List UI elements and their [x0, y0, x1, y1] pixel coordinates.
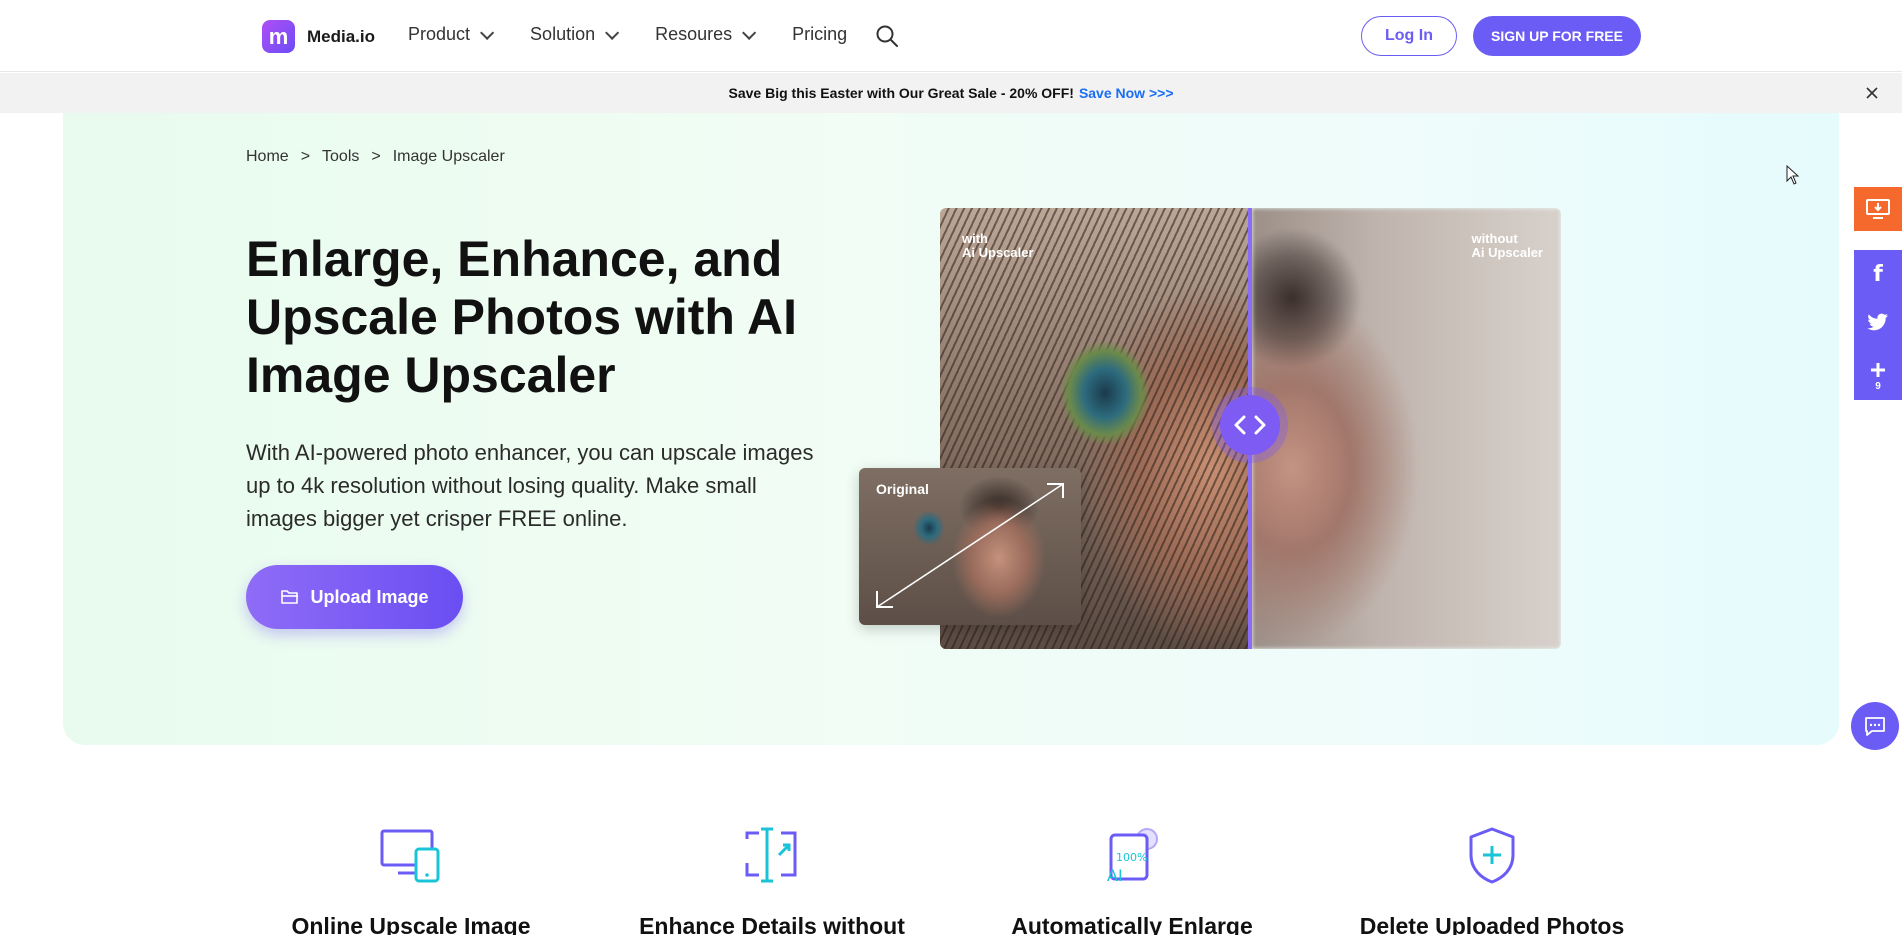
with-ai-label-line1: with [962, 231, 988, 246]
logo-text: Media.io [307, 26, 376, 46]
without-ai-label: without Ai Upscaler [1471, 232, 1543, 260]
nav-resources-label: Resoures [655, 24, 733, 44]
folder-icon [281, 590, 299, 604]
ai-100-icon: 100% AI [1107, 828, 1158, 885]
breadcrumb-tools[interactable]: Tools [322, 148, 359, 166]
breadcrumb: Home > Tools > Image Upscaler [246, 148, 505, 166]
top-navigation: m Media.io Product Solution Resoures Pri… [0, 0, 1902, 72]
plus-icon [1871, 363, 1885, 377]
twitter-share-button[interactable] [1854, 298, 1902, 346]
hero-description: With AI-powered photo enhancer, you can … [246, 440, 814, 531]
upload-image-label: Upload Image [310, 586, 429, 607]
promo-banner: Save Big this Easter with Our Great Sale… [0, 73, 1902, 113]
promo-text: Save Big this Easter with Our Great Sale… [728, 85, 1074, 101]
feature-enhance-details: Enhance Details without [602, 825, 942, 935]
facebook-share-button[interactable]: f [1854, 250, 1902, 298]
breadcrumb-home[interactable]: Home [246, 148, 289, 166]
without-ai-label-line2: Ai Upscaler [1471, 245, 1543, 260]
devices-icon [380, 829, 440, 883]
comparison-slider-handle[interactable] [1220, 395, 1280, 455]
login-button[interactable]: Log In [1361, 16, 1457, 56]
chat-icon [1865, 717, 1885, 736]
monitor-download-icon [1866, 199, 1890, 219]
brand-logo[interactable]: m Media.io [262, 20, 375, 53]
chevron-down-icon [605, 25, 620, 40]
svg-text:100%: 100% [1116, 851, 1147, 864]
feature-title: Enhance Details without [639, 913, 905, 935]
nav-product[interactable]: Product [408, 24, 495, 45]
feature-title: Automatically Enlarge [1011, 913, 1253, 935]
nav-pricing[interactable]: Pricing [792, 24, 847, 45]
search-icon[interactable] [875, 24, 899, 48]
share-count: 9 [1875, 381, 1881, 392]
nav-pricing-label: Pricing [792, 24, 848, 44]
main-menu: Product Solution Resoures Pricing [408, 24, 887, 45]
upload-image-button[interactable]: Upload Image [246, 565, 463, 629]
feature-title: Delete Uploaded Photos [1359, 913, 1625, 935]
nav-resources[interactable]: Resoures [655, 24, 757, 45]
facebook-icon: f [1873, 261, 1883, 287]
nav-solution-label: Solution [530, 24, 596, 44]
chat-button[interactable] [1851, 702, 1899, 750]
original-thumbnail: Original [859, 468, 1081, 625]
logo-icon: m [262, 20, 295, 53]
with-ai-label: with Ai Upscaler [962, 232, 1034, 260]
share-sidebar: f 9 [1854, 250, 1902, 400]
shield-plus-icon [1469, 827, 1515, 884]
feature-online-upscale: Online Upscale Image [241, 825, 581, 935]
mouse-cursor-icon [1786, 165, 1800, 185]
nav-product-label: Product [408, 24, 471, 44]
signup-button[interactable]: SIGN UP FOR FREE [1473, 16, 1641, 56]
chevron-down-icon [480, 25, 495, 40]
desktop-download-button[interactable] [1854, 187, 1902, 231]
twitter-icon [1867, 313, 1888, 331]
promo-link[interactable]: Save Now >>> [1079, 85, 1174, 101]
more-share-button[interactable]: 9 [1854, 346, 1902, 394]
feature-delete-photos: Delete Uploaded Photos [1322, 825, 1662, 935]
with-ai-label-line2: Ai Upscaler [962, 245, 1034, 260]
nav-solution[interactable]: Solution [530, 24, 620, 45]
expand-icon [745, 827, 797, 883]
close-icon[interactable] [1864, 85, 1880, 101]
breadcrumb-separator: > [300, 148, 311, 165]
page-title: Enlarge, Enhance, and Upscale Photos wit… [246, 231, 798, 403]
svg-text:AI: AI [1107, 866, 1123, 885]
chevron-down-icon [742, 25, 757, 40]
breadcrumb-separator: > [371, 148, 381, 165]
without-ai-label-line1: without [1471, 231, 1518, 246]
feature-auto-enlarge: 100% AI Automatically Enlarge [962, 825, 1302, 935]
arrows-left-right-icon [1234, 415, 1266, 435]
enlarge-arrow-icon [876, 483, 1064, 608]
feature-title: Online Upscale Image [291, 913, 531, 935]
breadcrumb-current: Image Upscaler [392, 148, 505, 165]
blurry-photo [1252, 208, 1561, 649]
